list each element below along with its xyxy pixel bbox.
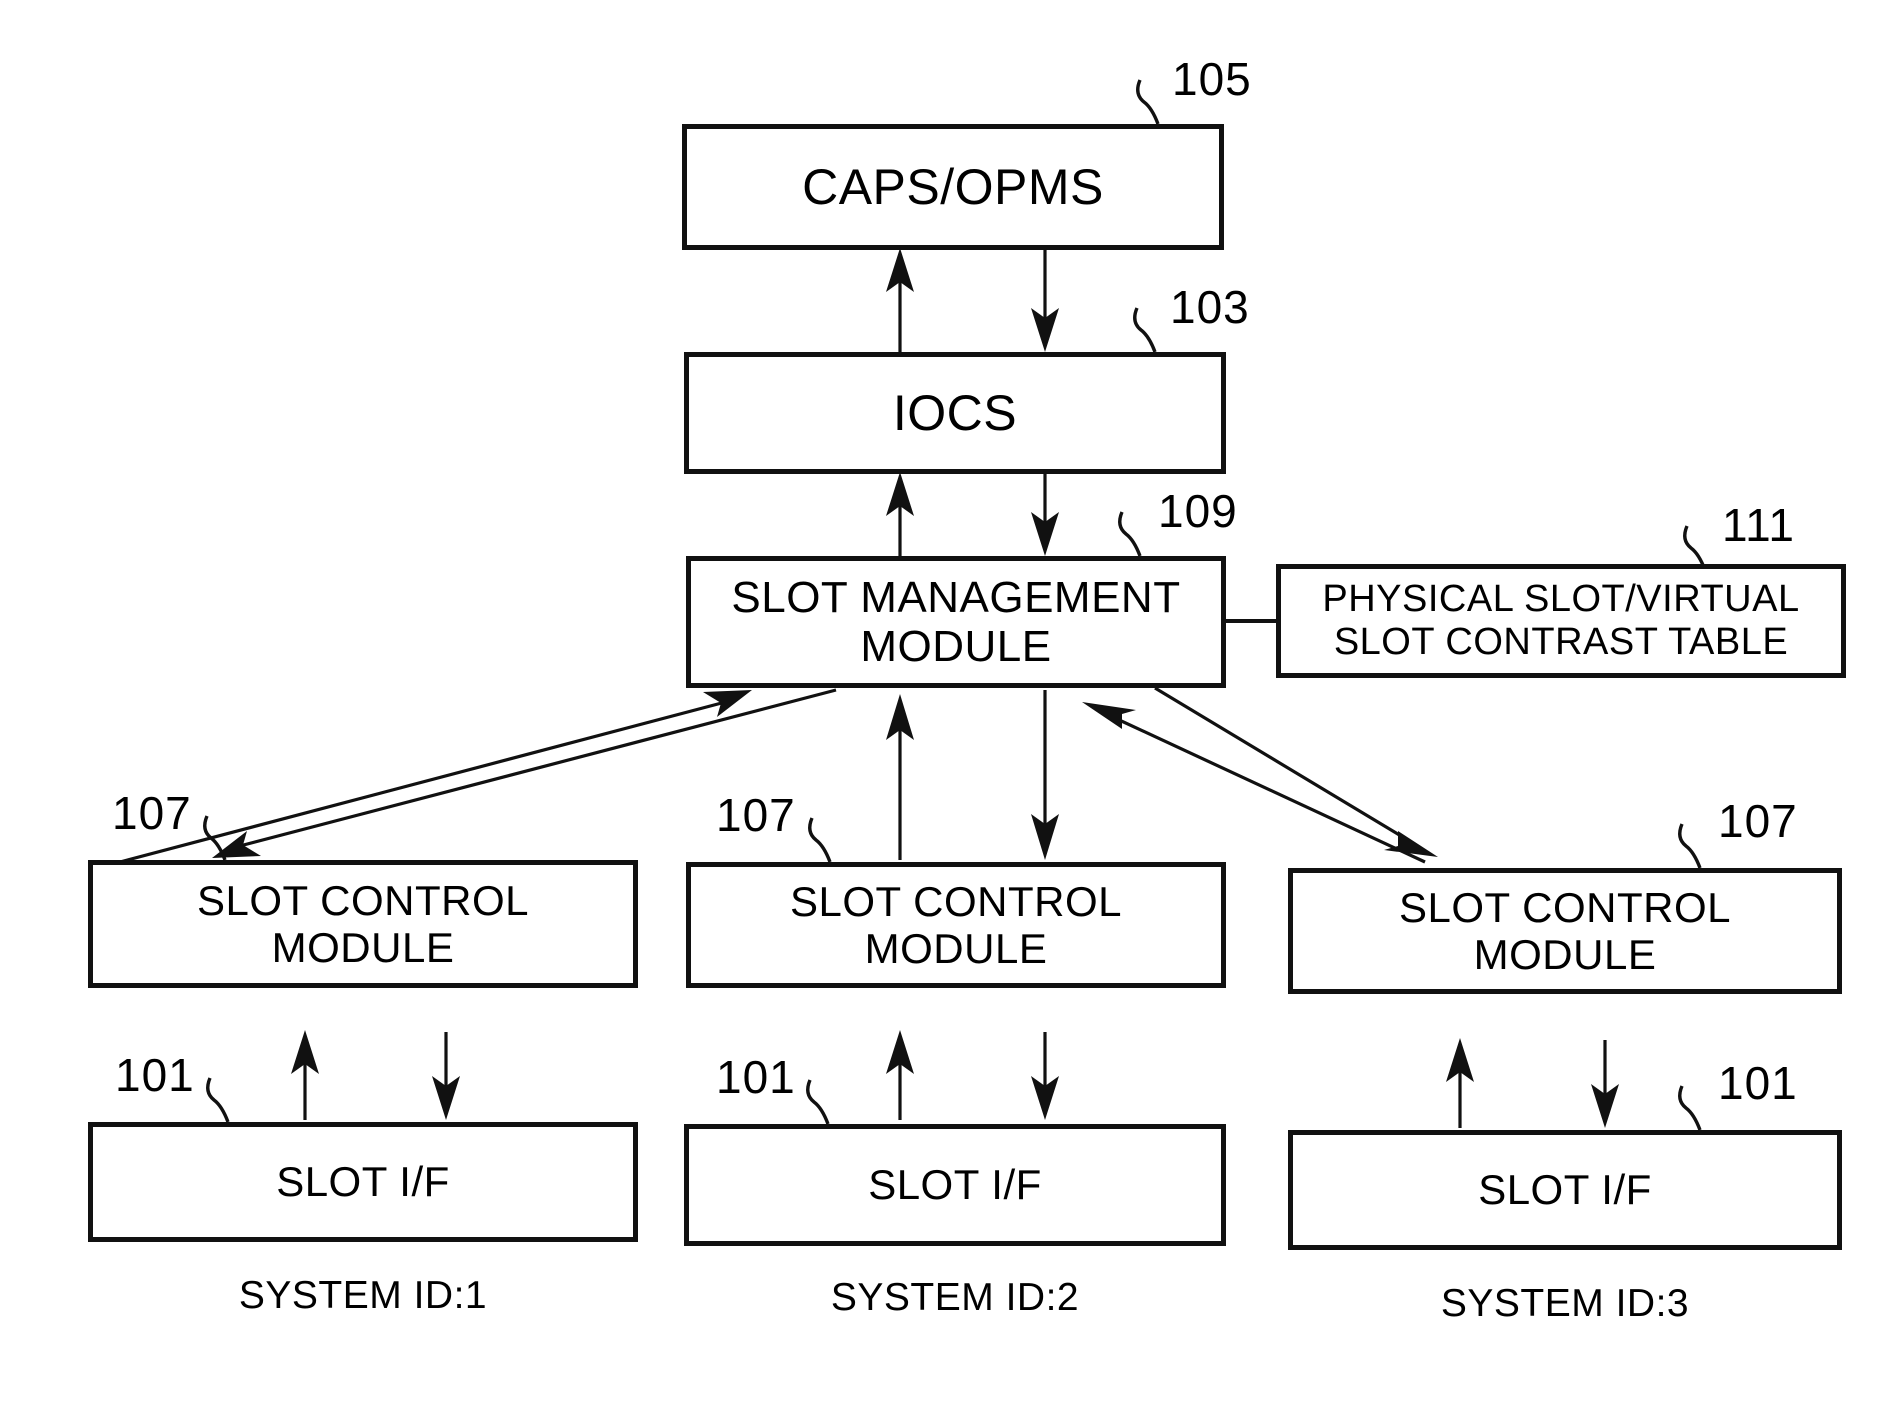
arrow-scm1-to-slotif1	[432, 1032, 460, 1120]
caption-system-id-3: SYSTEM ID:3	[1440, 1282, 1690, 1325]
arrow-scm3-to-slotif3	[1591, 1040, 1619, 1128]
leader-105	[1136, 79, 1160, 125]
ref-101-2: 101	[716, 1051, 796, 1103]
arrow-iocs-to-smm	[1031, 474, 1059, 556]
node-iocs-label: IOCS	[892, 385, 1018, 441]
ref-107-1: 107	[112, 787, 192, 839]
leader-107-1	[203, 815, 227, 861]
node-slot-if-2[interactable]: SLOT I/F	[684, 1124, 1226, 1246]
ref-107-2: 107	[716, 789, 796, 841]
ref-101-3: 101	[1718, 1057, 1798, 1109]
node-slot-control-module-3[interactable]: SLOT CONTROL MODULE	[1288, 868, 1842, 994]
node-slot-management-module-label: SLOT MANAGEMENT MODULE	[731, 572, 1181, 671]
arrow-slotif1-to-scm1	[291, 1030, 319, 1120]
ref-107-3: 107	[1718, 795, 1798, 847]
ref-101-1: 101	[115, 1049, 195, 1101]
caption-system-id-1: SYSTEM ID:1	[238, 1274, 488, 1317]
node-slot-control-module-2[interactable]: SLOT CONTROL MODULE	[686, 862, 1226, 988]
node-slot-if-1[interactable]: SLOT I/F	[88, 1122, 638, 1242]
arrow-scm2-to-slotif2	[1031, 1032, 1059, 1120]
ref-103: 103	[1170, 281, 1250, 333]
patent-block-diagram: CAPS/OPMS 105 IOCS 103 SLOT MANAGEMENT M…	[0, 0, 1896, 1415]
leader-101-1	[206, 1077, 230, 1123]
arrow-smm-to-scm3	[1154, 686, 1438, 857]
leader-103	[1133, 307, 1157, 353]
node-slot-control-module-1-label: SLOT CONTROL MODULE	[197, 876, 529, 971]
leader-101-2	[806, 1079, 830, 1125]
node-contrast-table[interactable]: PHYSICAL SLOT/VIRTUAL SLOT CONTRAST TABL…	[1276, 564, 1846, 678]
node-contrast-table-label: PHYSICAL SLOT/VIRTUAL SLOT CONTRAST TABL…	[1322, 578, 1800, 663]
node-slot-control-module-2-label: SLOT CONTROL MODULE	[790, 877, 1122, 972]
ref-111: 111	[1722, 499, 1795, 551]
arrow-iocs-to-caps	[886, 248, 914, 352]
node-iocs[interactable]: IOCS	[684, 352, 1226, 474]
arrow-caps-to-iocs	[1031, 250, 1059, 352]
node-slot-if-1-label: SLOT I/F	[276, 1158, 450, 1206]
node-slot-if-2-label: SLOT I/F	[868, 1161, 1042, 1209]
node-slot-control-module-3-label: SLOT CONTROL MODULE	[1399, 883, 1731, 978]
node-caps-opms-label: CAPS/OPMS	[802, 159, 1104, 215]
leader-107-2	[808, 817, 832, 863]
node-slot-control-module-1[interactable]: SLOT CONTROL MODULE	[88, 860, 638, 988]
arrow-smm-to-iocs	[886, 472, 914, 556]
leader-109	[1118, 511, 1142, 557]
node-slot-if-3-label: SLOT I/F	[1478, 1166, 1652, 1214]
arrow-scm3-to-smm	[1082, 702, 1426, 864]
node-slot-management-module[interactable]: SLOT MANAGEMENT MODULE	[686, 556, 1226, 688]
node-caps-opms[interactable]: CAPS/OPMS	[682, 124, 1224, 250]
node-slot-if-3[interactable]: SLOT I/F	[1288, 1130, 1842, 1250]
arrow-slotif3-to-scm3	[1446, 1038, 1474, 1128]
arrow-smm-to-scm2	[1031, 690, 1059, 860]
leader-107-3	[1678, 823, 1702, 869]
arrow-scm2-to-smm	[886, 694, 914, 860]
ref-109: 109	[1158, 485, 1238, 537]
arrow-scm1-to-smm	[119, 690, 752, 864]
ref-105: 105	[1172, 53, 1252, 105]
leader-101-3	[1678, 1085, 1702, 1131]
caption-system-id-2: SYSTEM ID:2	[830, 1276, 1080, 1319]
arrow-slotif2-to-scm2	[886, 1030, 914, 1120]
